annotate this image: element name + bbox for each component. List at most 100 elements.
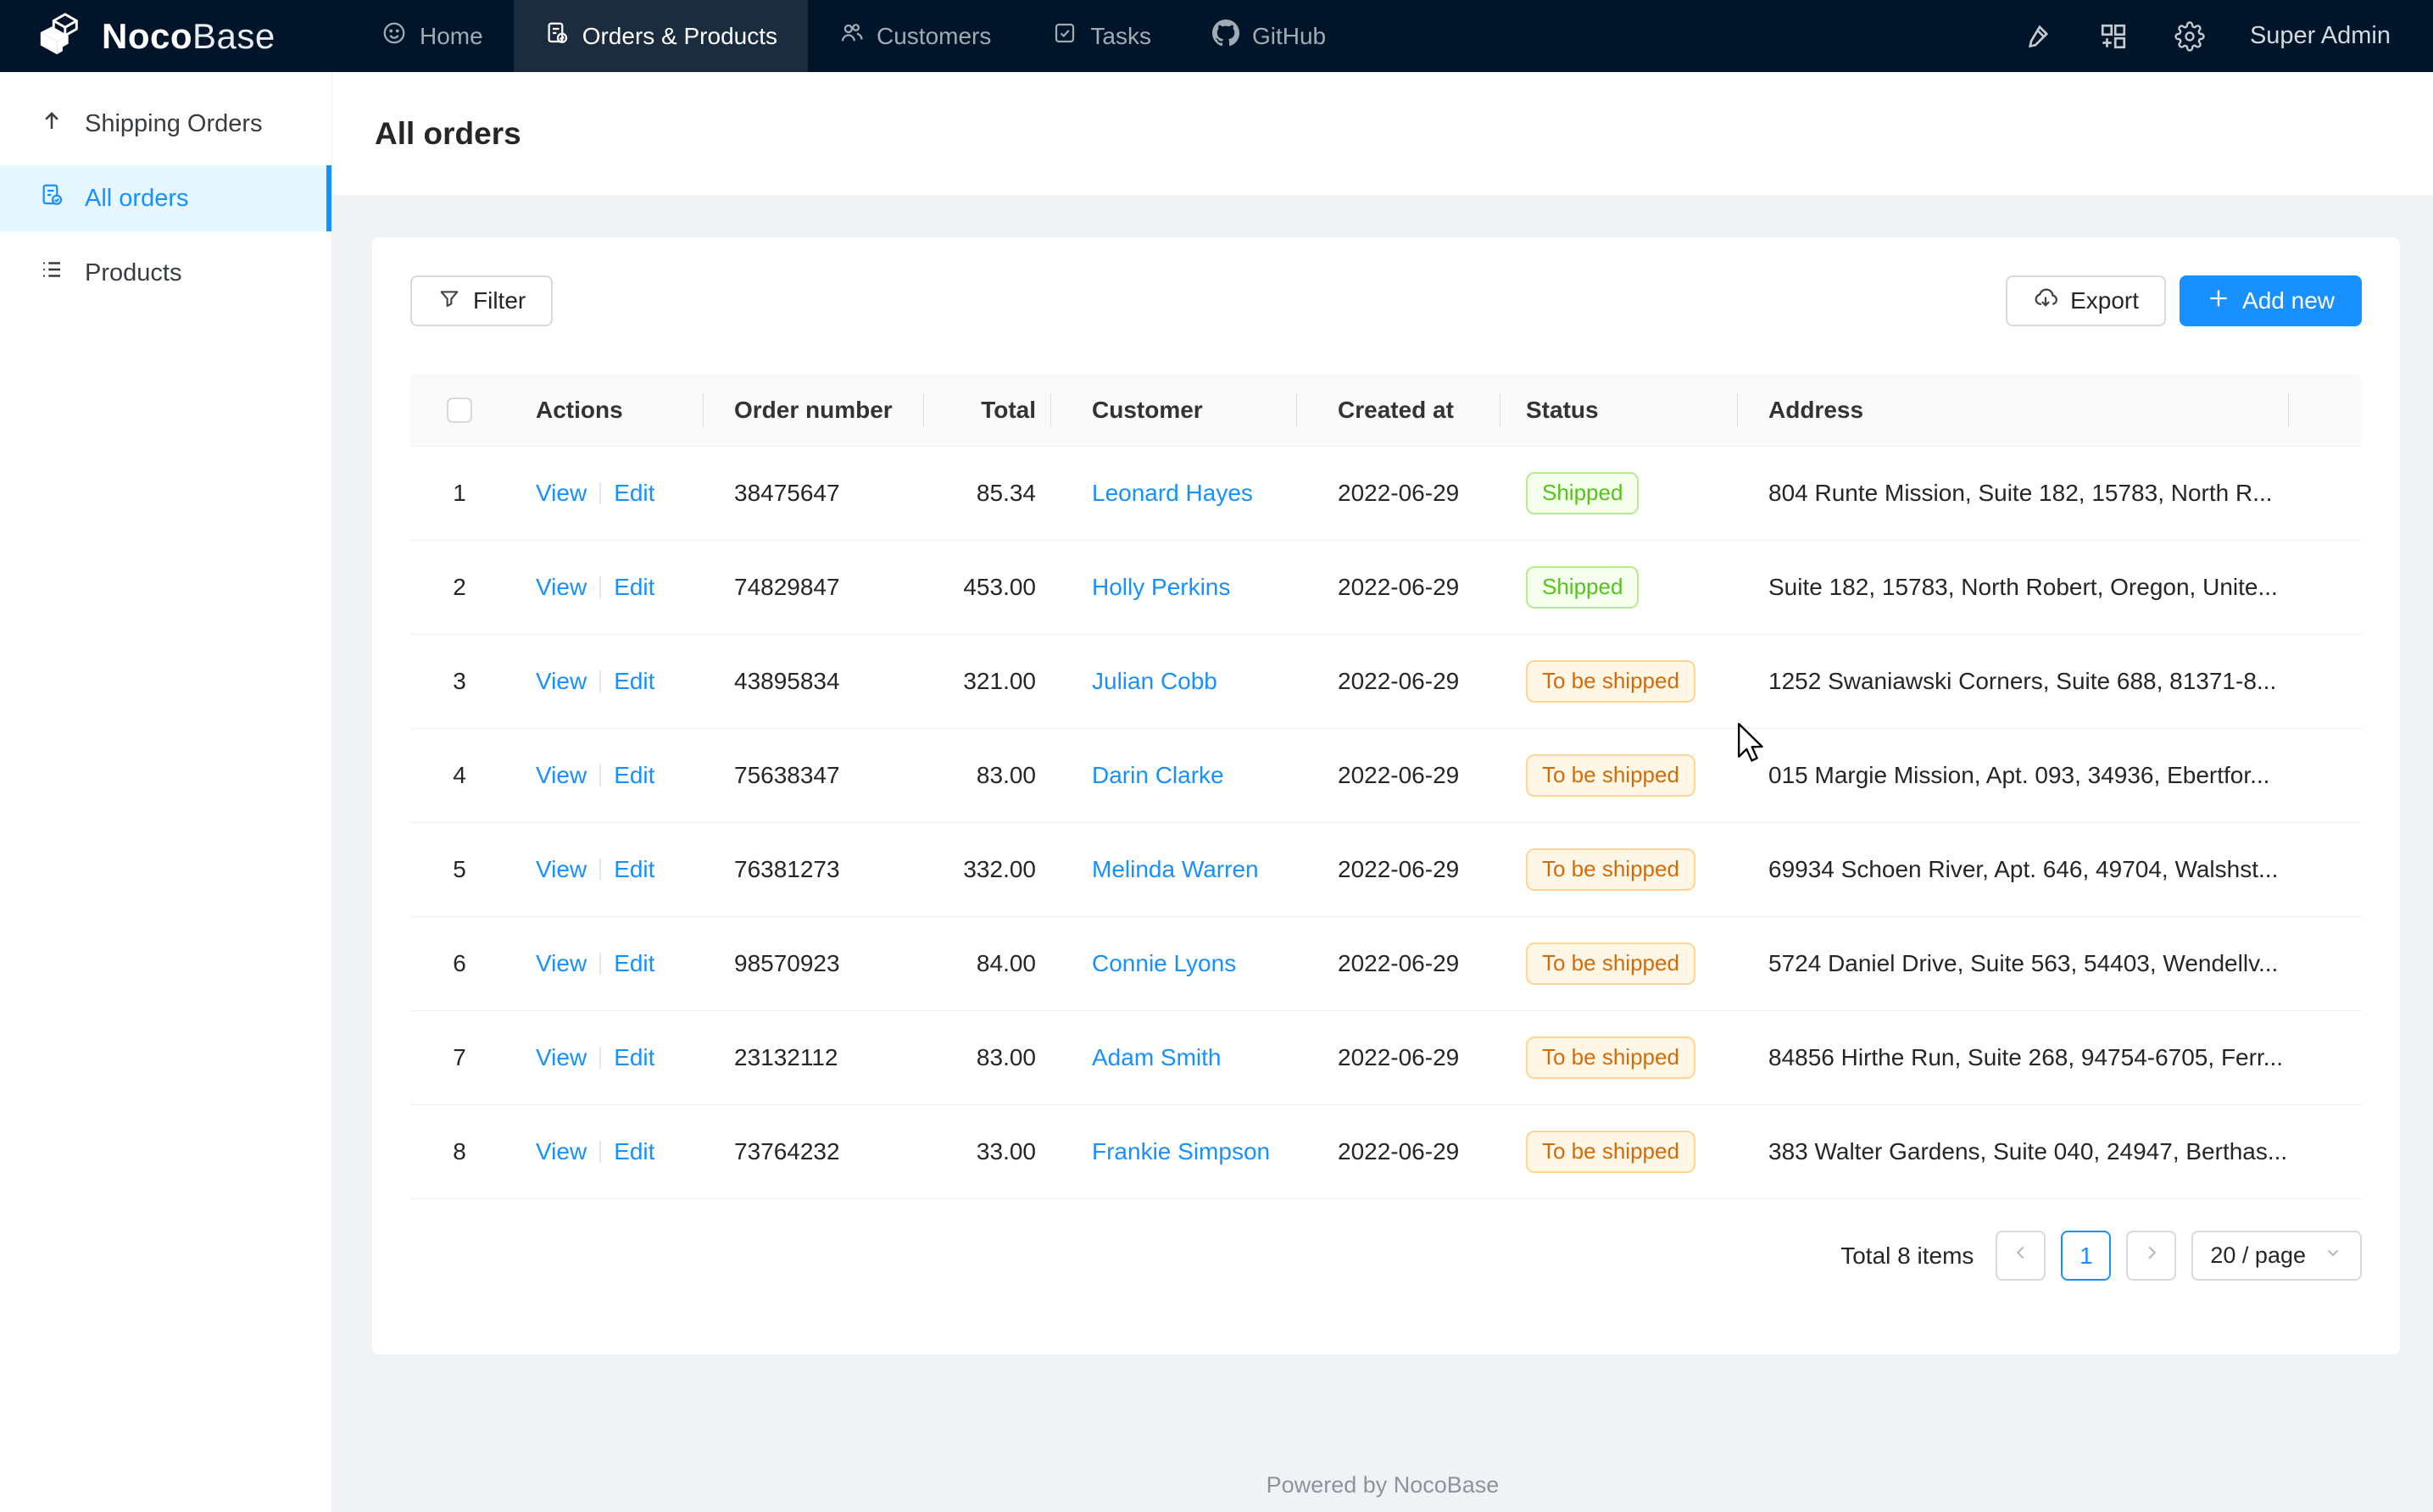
customer-cell: Darin Clarke (1051, 729, 1297, 822)
table-row: 4ViewEdit7563834783.00Darin Clarke2022-0… (410, 729, 2362, 823)
customer-link[interactable]: Julian Cobb (1092, 668, 1217, 695)
plugin-grid-icon[interactable] (2097, 20, 2130, 53)
gear-icon[interactable] (2174, 20, 2206, 53)
row-actions: View Edit (509, 1011, 704, 1104)
view-link[interactable]: View (536, 1044, 587, 1071)
column-header-created-at: Created at (1297, 374, 1500, 446)
edit-link[interactable]: Edit (614, 480, 654, 507)
order-number-cell: 43895834 (704, 635, 924, 728)
customer-link[interactable]: Frankie Simpson (1092, 1138, 1270, 1165)
tab-label: Orders & Products (582, 23, 777, 50)
edit-link[interactable]: Edit (614, 668, 654, 695)
sidebar: Shipping Orders All orders (0, 72, 332, 1512)
edit-link[interactable]: Edit (614, 1044, 654, 1071)
row-index: 3 (410, 635, 509, 728)
customer-link[interactable]: Connie Lyons (1092, 950, 1236, 977)
tab-orders-products[interactable]: Orders & Products (514, 0, 808, 72)
status-cell: Shipped (1500, 447, 1738, 540)
table-row: 1ViewEdit3847564785.34Leonard Hayes2022-… (410, 447, 2362, 541)
sidebar-item-label: All orders (85, 185, 189, 213)
edit-link[interactable]: Edit (614, 1138, 654, 1165)
pagination-page-1[interactable]: 1 (2061, 1231, 2111, 1281)
status-badge: To be shipped (1526, 1037, 1695, 1078)
created-at-cell: 2022-06-29 (1297, 823, 1500, 916)
github-icon (1212, 19, 1239, 53)
view-link[interactable]: View (536, 668, 587, 695)
customer-cell: Leonard Hayes (1051, 447, 1297, 540)
total-cell: 84.00 (924, 917, 1051, 1010)
nocobase-logo[interactable]: NocoBase (0, 0, 332, 72)
row-index: 5 (410, 823, 509, 916)
view-link[interactable]: View (536, 574, 587, 601)
tab-home[interactable]: Home (351, 0, 514, 72)
address-cell: 383 Walter Gardens, Suite 040, 24947, Be… (1738, 1105, 2289, 1198)
action-divider (599, 482, 601, 504)
status-badge: To be shipped (1526, 942, 1695, 984)
status-cell: To be shipped (1500, 729, 1738, 822)
customer-cell: Frankie Simpson (1051, 1105, 1297, 1198)
action-divider (599, 953, 601, 975)
row-spacer (2289, 729, 2362, 822)
status-badge: Shipped (1526, 472, 1639, 514)
column-header-order-number: Order number (704, 374, 924, 446)
sidebar-item-shipping-orders[interactable]: Shipping Orders (0, 91, 331, 157)
view-link[interactable]: View (536, 480, 587, 507)
row-index: 1 (410, 447, 509, 540)
customer-link[interactable]: Leonard Hayes (1092, 480, 1253, 507)
edit-link[interactable]: Edit (614, 574, 654, 601)
user-menu[interactable]: Super Admin (2250, 22, 2391, 50)
column-header-customer: Customer (1051, 374, 1297, 446)
edit-link[interactable]: Edit (614, 856, 654, 883)
filter-funnel-icon (437, 286, 461, 316)
filter-button-label: Filter (473, 287, 526, 314)
sidebar-item-products[interactable]: Products (0, 240, 331, 306)
address-cell: Suite 182, 15783, North Robert, Oregon, … (1738, 541, 2289, 634)
customer-link[interactable]: Adam Smith (1092, 1044, 1222, 1071)
address-cell: 84856 Hirthe Run, Suite 268, 94754-6705,… (1738, 1011, 2289, 1104)
tab-github[interactable]: GitHub (1182, 0, 1356, 72)
edit-link[interactable]: Edit (614, 762, 654, 789)
column-header-total: Total (924, 374, 1051, 446)
table-header-row: Actions Order number Total Customer Crea… (410, 374, 2362, 447)
row-spacer (2289, 541, 2362, 634)
order-number-cell: 98570923 (704, 917, 924, 1010)
row-actions: View Edit (509, 823, 704, 916)
add-new-button[interactable]: Add new (2180, 275, 2362, 326)
status-badge: To be shipped (1526, 754, 1695, 796)
customer-link[interactable]: Darin Clarke (1092, 762, 1224, 789)
table-row: 6ViewEdit9857092384.00Connie Lyons2022-0… (410, 917, 2362, 1011)
export-button[interactable]: Export (2006, 275, 2166, 326)
page-title: All orders (375, 116, 521, 152)
table-row: 3ViewEdit43895834321.00Julian Cobb2022-0… (410, 635, 2362, 729)
content-area: All orders Filter (332, 72, 2433, 1512)
customer-link[interactable]: Holly Perkins (1092, 574, 1230, 601)
status-badge: Shipped (1526, 566, 1639, 608)
address-cell: 804 Runte Mission, Suite 182, 15783, Nor… (1738, 447, 2289, 540)
total-cell: 83.00 (924, 729, 1051, 822)
order-number-cell: 74829847 (704, 541, 924, 634)
table-body: 1ViewEdit3847564785.34Leonard Hayes2022-… (410, 447, 2362, 1199)
pagination-next-button[interactable] (2126, 1231, 2176, 1281)
filter-button[interactable]: Filter (410, 275, 553, 326)
tab-customers[interactable]: Customers (808, 0, 1022, 72)
address-cell: 69934 Schoen River, Apt. 646, 49704, Wal… (1738, 823, 2289, 916)
select-all-checkbox[interactable] (447, 397, 472, 423)
customer-cell: Adam Smith (1051, 1011, 1297, 1104)
row-spacer (2289, 823, 2362, 916)
row-index: 6 (410, 917, 509, 1010)
sidebar-item-all-orders[interactable]: All orders (0, 165, 331, 231)
status-cell: To be shipped (1500, 917, 1738, 1010)
pagination-prev-button[interactable] (1996, 1231, 2046, 1281)
row-spacer (2289, 1105, 2362, 1198)
view-link[interactable]: View (536, 950, 587, 977)
view-link[interactable]: View (536, 762, 587, 789)
table-row: 8ViewEdit7376423233.00Frankie Simpson202… (410, 1105, 2362, 1199)
view-link[interactable]: View (536, 1138, 587, 1165)
tab-tasks[interactable]: Tasks (1022, 0, 1182, 72)
total-cell: 321.00 (924, 635, 1051, 728)
view-link[interactable]: View (536, 856, 587, 883)
edit-link[interactable]: Edit (614, 950, 654, 977)
page-size-select[interactable]: 20 / page (2191, 1231, 2362, 1281)
customer-link[interactable]: Melinda Warren (1092, 856, 1259, 883)
highlighter-icon[interactable] (2021, 20, 2053, 53)
